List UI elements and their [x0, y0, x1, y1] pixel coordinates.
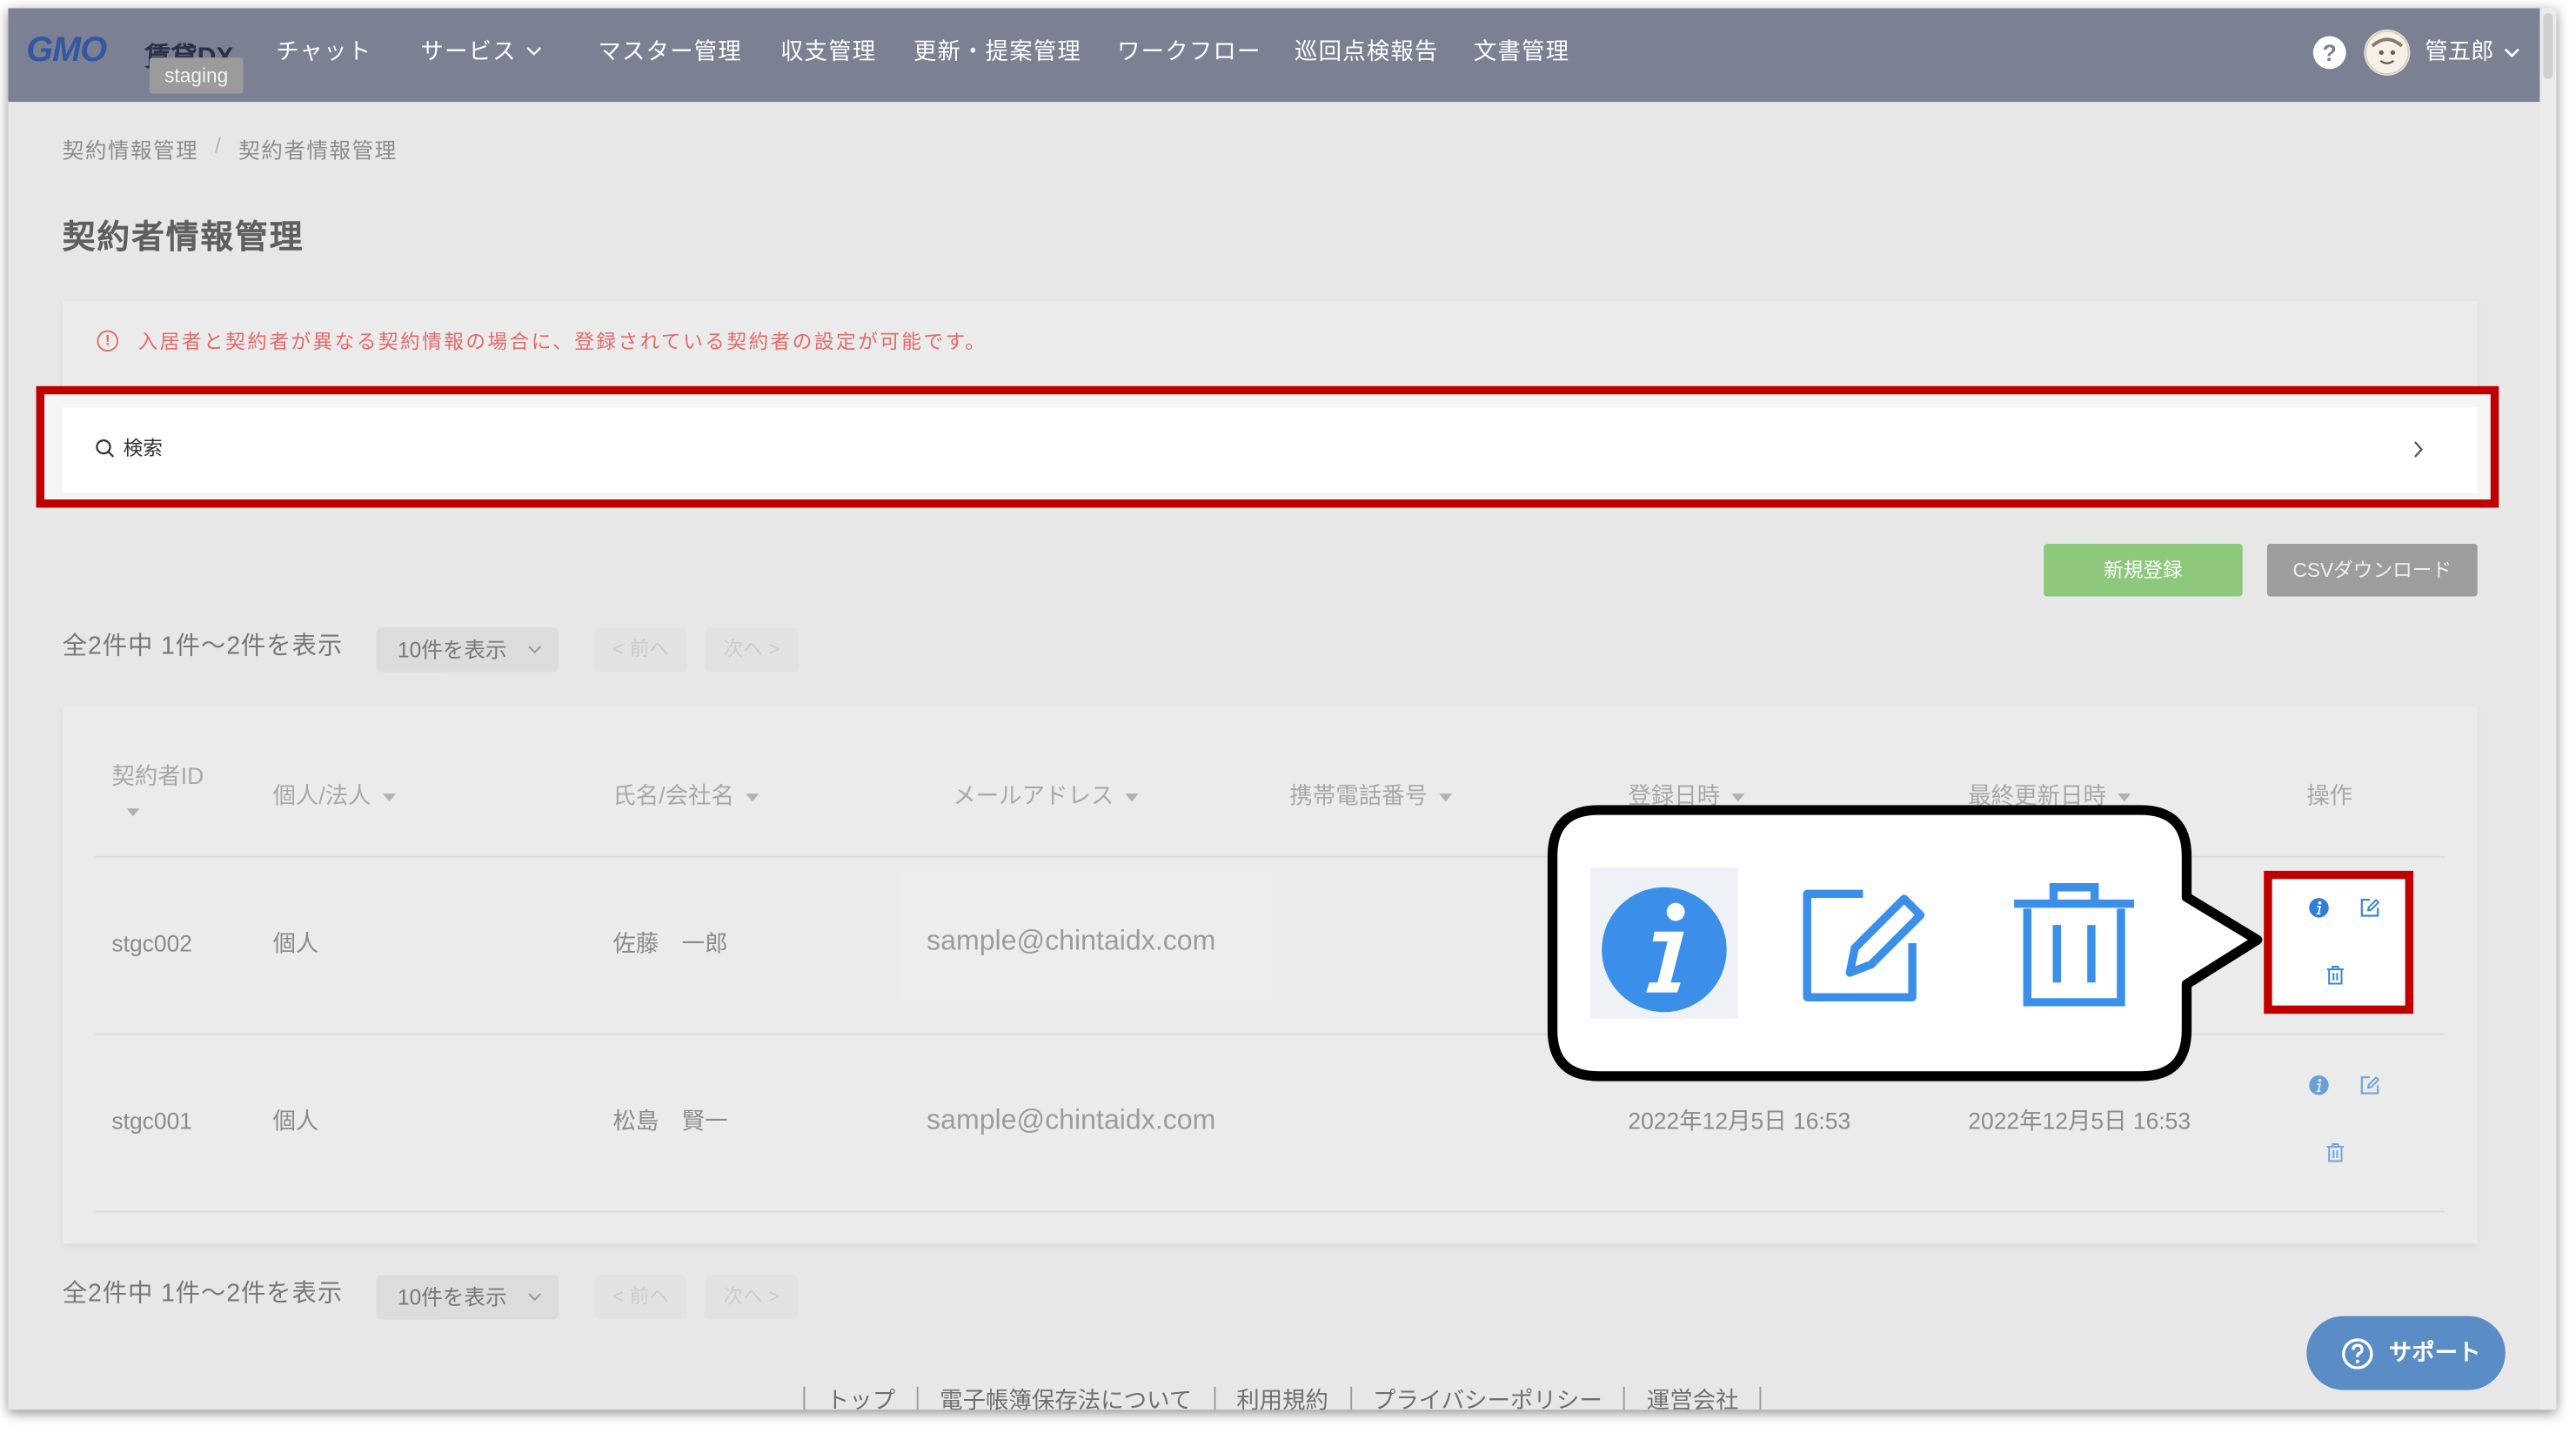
sort-caret-icon: [746, 793, 759, 802]
next-page-button[interactable]: 次へ >: [705, 1275, 799, 1320]
nav-income[interactable]: 収支管理: [780, 37, 876, 64]
page-size-select[interactable]: 10件を表示: [376, 1275, 559, 1320]
sort-caret-icon: [1731, 793, 1745, 802]
cell-name: 佐藤 一郎: [612, 929, 728, 957]
highlight-frame-actions: [2264, 870, 2414, 1014]
footer-link-top[interactable]: トップ: [803, 1386, 916, 1410]
row-divider: [95, 1210, 2445, 1213]
nav-renewal[interactable]: 更新・提案管理: [913, 37, 1081, 64]
column-header-id[interactable]: 契約者ID: [111, 762, 204, 788]
footer-links: トップ 電子帳簿保存法について 利用規約 プライバシーポリシー 運営会社: [803, 1386, 1762, 1410]
nav-documents[interactable]: 文書管理: [1474, 37, 1569, 64]
chevron-down-icon[interactable]: [525, 44, 542, 57]
nav-service[interactable]: サービス: [420, 37, 516, 64]
cell-type: 個人: [272, 1107, 319, 1134]
column-header-type[interactable]: 個人/法人: [272, 781, 396, 809]
avatar[interactable]: [2364, 29, 2411, 76]
column-header-label: メールアドレス: [953, 781, 1114, 809]
sort-caret-icon: [382, 793, 396, 802]
page-size-value: 10件を表示: [397, 1284, 507, 1310]
avatar-face-icon: [2365, 30, 2410, 75]
cell-contractor-id: stgc001: [111, 1107, 193, 1134]
column-header-updated[interactable]: 最終更新日時: [1968, 782, 2131, 808]
new-register-button[interactable]: 新規登録: [2044, 544, 2243, 597]
highlight-frame-search: [36, 385, 2499, 508]
column-header-phone[interactable]: 携帯電話番号: [1289, 781, 1453, 809]
cell-email: sample@chintaidx.com: [927, 1104, 1216, 1135]
sort-caret-icon: [1439, 793, 1453, 802]
breadcrumb: 契約情報管理 / 契約者情報管理: [63, 133, 398, 164]
alert-message: 入居者と契約者が異なる契約情報の場合に、登録されている契約者の設定が可能です。: [137, 330, 987, 354]
page-size-select[interactable]: 10件を表示: [376, 627, 559, 673]
footer-link-terms[interactable]: 利用規約: [1213, 1386, 1350, 1410]
logo[interactable]: GMO: [26, 31, 107, 70]
cell-updated: 2022年12月5日 16:53: [1968, 1107, 2191, 1134]
footer-link-privacy[interactable]: プライバシーポリシー: [1349, 1386, 1623, 1410]
column-header-name[interactable]: 氏名/会社名: [612, 782, 759, 808]
page-size-value: 10件を表示: [397, 637, 507, 663]
column-header-label: 個人/法人: [272, 781, 371, 809]
prev-page-button[interactable]: < 前へ: [594, 627, 687, 673]
cell-created: 2022年12月5日 16:53: [1628, 1107, 1851, 1134]
browser-viewport: GMO 賃貸DX staging チャット サービス マスター管理 収支管理 更…: [8, 8, 2557, 1410]
footer-link-e-book-law[interactable]: 電子帳簿保存法について: [916, 1386, 1214, 1410]
support-label: サポート: [2388, 1339, 2481, 1366]
result-summary: 全2件中 1件～2件を表示: [62, 633, 344, 661]
breadcrumb-item[interactable]: 契約情報管理: [63, 133, 198, 164]
csv-download-button[interactable]: CSVダウンロード: [2266, 544, 2478, 597]
column-header-label: 携帯電話番号: [1289, 781, 1429, 809]
cell-email: sample@chintaidx.com: [927, 925, 1216, 957]
page-title: 契約者情報管理: [62, 220, 304, 257]
cell-name: 松島 賢一: [612, 1107, 728, 1134]
column-header-label: 登録日時: [1628, 781, 1721, 809]
nav-master[interactable]: マスター管理: [598, 37, 741, 64]
nav-inspection[interactable]: 巡回点検報告: [1295, 37, 1438, 64]
column-header-created[interactable]: 登録日時: [1628, 781, 1745, 809]
column-header-email[interactable]: メールアドレス: [953, 781, 1139, 809]
cell-contractor-id: stgc002: [111, 929, 193, 957]
scrollbar[interactable]: [2539, 8, 2557, 1410]
exclamation-circle-icon: !: [97, 330, 118, 352]
trash-icon[interactable]: [2325, 1142, 2346, 1163]
nav-chat[interactable]: チャット: [276, 37, 371, 64]
next-page-button[interactable]: 次へ >: [705, 627, 799, 673]
page: GMO 賃貸DX staging チャット サービス マスター管理 収支管理 更…: [8, 8, 2557, 1410]
chevron-down-icon: [528, 646, 542, 654]
cell-type: 個人: [272, 929, 319, 957]
stage: GMO 賃貸DX staging チャット サービス マスター管理 収支管理 更…: [0, 0, 2576, 1433]
prev-page-button[interactable]: < 前へ: [594, 1275, 687, 1320]
column-header-actions: 操作: [2306, 781, 2353, 809]
edit-icon[interactable]: [2359, 1075, 2381, 1096]
chevron-down-icon: [528, 1293, 542, 1302]
row-divider: [95, 1033, 2445, 1035]
scrollbar-thumb[interactable]: [2543, 13, 2553, 79]
row-divider: [95, 855, 2445, 858]
sort-caret-icon: [2118, 793, 2131, 802]
chevron-down-icon[interactable]: [2504, 46, 2520, 59]
sort-caret-icon[interactable]: [126, 808, 140, 817]
breadcrumb-separator: /: [215, 132, 223, 158]
user-name[interactable]: 管五郎: [2425, 37, 2493, 64]
footer-link-company[interactable]: 運営会社: [1623, 1386, 1762, 1410]
column-header-label: 氏名/会社名: [612, 781, 734, 809]
sort-caret-icon: [1125, 793, 1139, 802]
info-icon[interactable]: [2308, 1075, 2330, 1096]
question-circle-icon[interactable]: ?: [2312, 36, 2346, 70]
breadcrumb-item-current: 契約者情報管理: [238, 137, 398, 163]
column-header-label: 最終更新日時: [1968, 781, 2106, 809]
env-badge: staging: [149, 57, 244, 94]
support-button[interactable]: サポート: [2306, 1316, 2506, 1390]
nav-workflow[interactable]: ワークフロー: [1117, 37, 1261, 64]
question-circle-icon: [2342, 1338, 2373, 1369]
result-summary: 全2件中 1件～2件を表示: [62, 1280, 344, 1309]
top-navbar: [8, 8, 2540, 103]
